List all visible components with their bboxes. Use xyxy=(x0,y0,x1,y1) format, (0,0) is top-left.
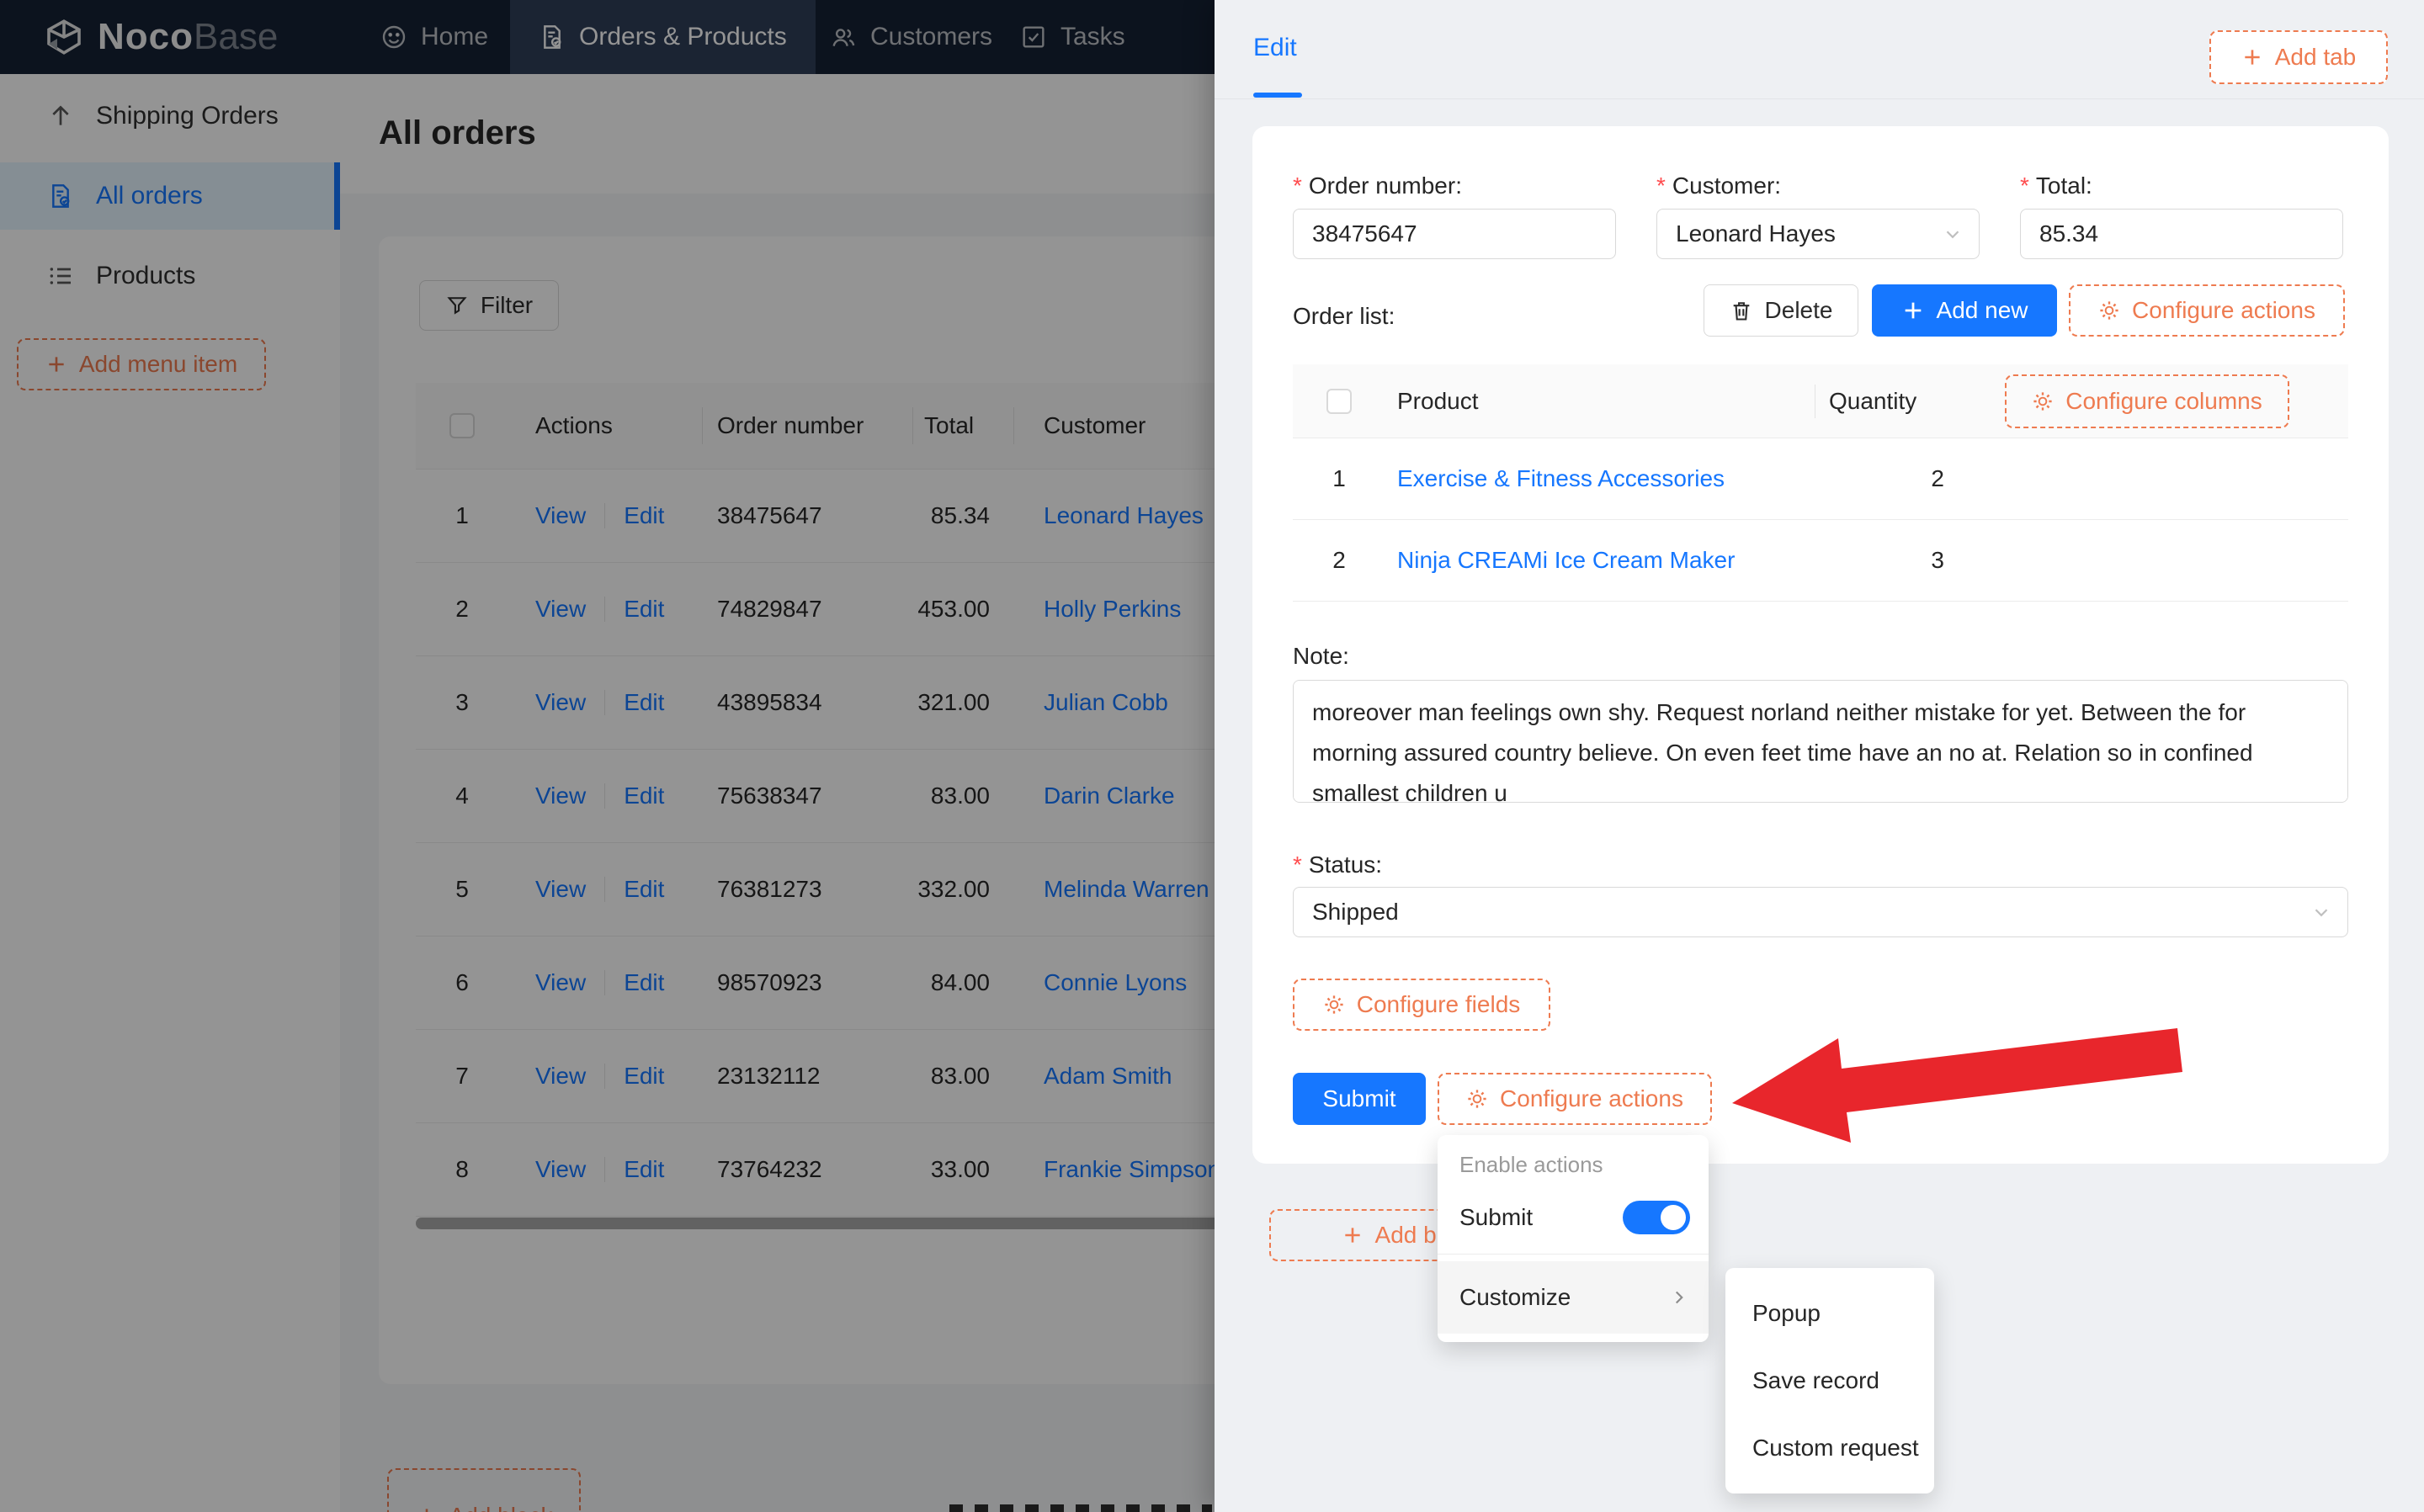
total-label: Total: xyxy=(2020,172,2092,199)
chevron-down-icon xyxy=(2310,901,2332,923)
configure-actions-button-footer[interactable]: Configure actions xyxy=(1438,1073,1712,1125)
configure-columns-button[interactable]: Configure columns xyxy=(2005,374,2289,428)
order-number-label: Order number: xyxy=(1293,172,1462,199)
dropdown-submit-label: Submit xyxy=(1459,1204,1534,1230)
chevron-right-icon xyxy=(1668,1287,1690,1308)
plus-icon xyxy=(1344,1228,1360,1243)
drawer-mask[interactable] xyxy=(0,0,1215,1512)
subtable-header-checkbox-cell xyxy=(1293,388,1385,414)
configure-actions-label: Configure actions xyxy=(2132,297,2315,323)
submenu-item-popup[interactable]: Popup xyxy=(1725,1280,1934,1347)
order-number-input[interactable] xyxy=(1293,209,1616,259)
dropdown-divider xyxy=(1438,1254,1709,1255)
note-textarea[interactable]: moreover man feelings own shy. Request n… xyxy=(1293,680,2348,803)
trash-icon xyxy=(1733,302,1749,321)
status-select-value: Shipped xyxy=(1312,899,1399,925)
gear-icon xyxy=(1468,1090,1486,1108)
configure-fields-label: Configure fields xyxy=(1356,991,1521,1017)
customize-label: Customize xyxy=(1459,1284,1571,1310)
subtable-body: 1 Exercise & Fitness Accessories 2 2 Nin… xyxy=(1293,438,2348,602)
delete-label: Delete xyxy=(1764,297,1833,323)
edit-drawer: Edit Add tab Order number: Customer: Leo… xyxy=(1215,0,2424,1512)
app-region: NocoBase Home Orders & Products Customer… xyxy=(0,0,1215,1512)
add-new-label: Add new xyxy=(1936,297,2028,323)
customize-submenu: Popup Save record Custom request xyxy=(1725,1268,1934,1493)
edit-form-card: Order number: Customer: Leonard Hayes To… xyxy=(1252,126,2389,1164)
subtable-product-link[interactable]: Exercise & Fitness Accessories xyxy=(1385,465,1815,492)
add-tab-label: Add tab xyxy=(2274,44,2357,70)
configure-actions-dropdown: Enable actions Submit Customize xyxy=(1438,1135,1709,1342)
subtable-header-quantity: Quantity xyxy=(1815,388,1958,415)
subtable-quantity: 3 xyxy=(1931,547,1944,573)
submenu-item-save-record[interactable]: Save record xyxy=(1725,1347,1934,1414)
gear-icon xyxy=(2100,301,2118,320)
customer-label: Customer: xyxy=(1656,172,1781,199)
subtable-row-index: 2 xyxy=(1332,547,1346,573)
chevron-down-icon xyxy=(1942,223,1964,245)
tabbar-border xyxy=(1215,98,2424,99)
dropdown-item-submit[interactable]: Submit xyxy=(1438,1188,1709,1247)
plus-icon xyxy=(2245,50,2260,65)
gear-icon xyxy=(2033,391,2052,411)
subtable-row: 1 Exercise & Fitness Accessories 2 xyxy=(1293,438,2348,520)
add-tab-button[interactable]: Add tab xyxy=(2209,30,2388,84)
customer-select-value: Leonard Hayes xyxy=(1676,220,1836,247)
subtable-header: Product Quantity Configure columns xyxy=(1293,364,2348,438)
tab-edit[interactable]: Edit xyxy=(1253,34,1297,62)
enable-actions-group-label: Enable actions xyxy=(1459,1152,1603,1177)
gear-icon xyxy=(1325,995,1343,1014)
order-list-subtable: Product Quantity Configure columns 1 Exe… xyxy=(1293,364,2348,602)
status-label: Status: xyxy=(1293,851,1382,878)
submenu-item-custom-request[interactable]: Custom request xyxy=(1725,1414,1934,1482)
subtable-quantity: 2 xyxy=(1931,465,1944,491)
configure-fields-button[interactable]: Configure fields xyxy=(1293,979,1550,1031)
subtable-select-all-checkbox[interactable] xyxy=(1326,388,1352,414)
subtable-row-index: 1 xyxy=(1332,465,1346,491)
customer-select[interactable]: Leonard Hayes xyxy=(1656,209,1980,259)
submit-label: Submit xyxy=(1322,1085,1396,1111)
total-input[interactable] xyxy=(2020,209,2343,259)
tab-active-indicator xyxy=(1253,93,1302,98)
subtable-row: 2 Ninja CREAMi Ice Cream Maker 3 xyxy=(1293,520,2348,602)
configure-actions-footer-label: Configure actions xyxy=(1500,1085,1683,1111)
subtable-header-product: Product xyxy=(1397,387,1479,414)
subtable-product-link[interactable]: Ninja CREAMi Ice Cream Maker xyxy=(1385,547,1815,574)
screen: NocoBase Home Orders & Products Customer… xyxy=(0,0,2424,1512)
delete-button[interactable]: Delete xyxy=(1704,284,1858,337)
submit-toggle[interactable] xyxy=(1623,1201,1690,1234)
configure-columns-label: Configure columns xyxy=(2065,387,2262,414)
status-select[interactable]: Shipped xyxy=(1293,887,2348,937)
note-label: Note: xyxy=(1293,643,1349,669)
dropdown-item-customize[interactable]: Customize xyxy=(1438,1261,1709,1334)
add-new-button[interactable]: Add new xyxy=(1872,284,2057,337)
plus-icon xyxy=(1905,302,1921,319)
submit-button[interactable]: Submit xyxy=(1293,1073,1426,1125)
configure-actions-button-top[interactable]: Configure actions xyxy=(2069,284,2345,337)
order-list-label: Order list: xyxy=(1293,303,1395,329)
